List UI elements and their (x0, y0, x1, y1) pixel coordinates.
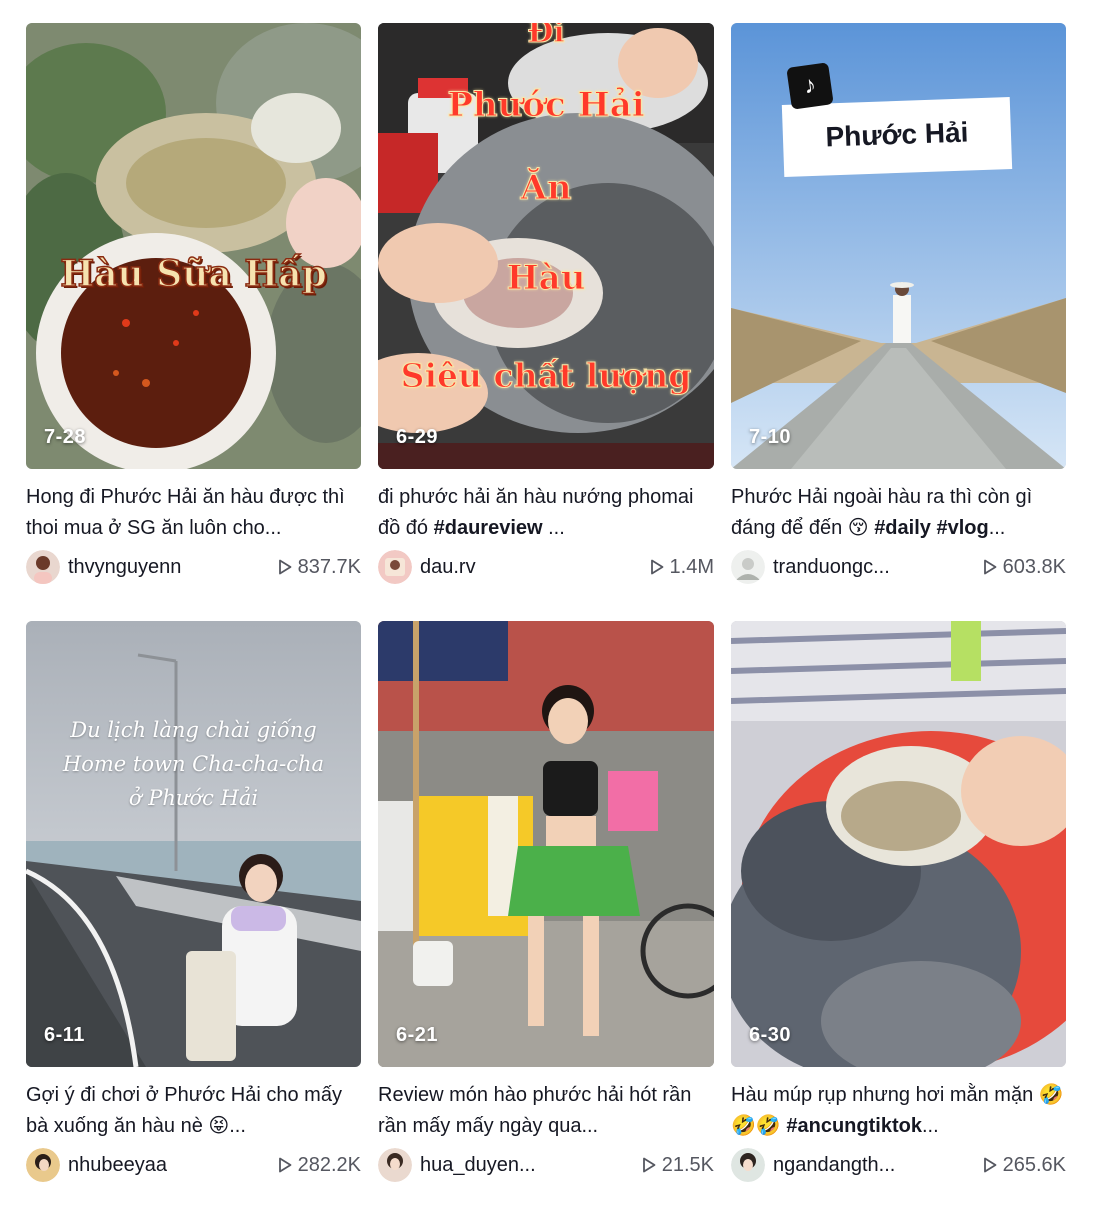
thumbnail-caption: Home town Cha-cha-cha (62, 752, 325, 776)
thumbnail-caption: Du lịch làng chài giống (70, 718, 317, 742)
video-thumbnail[interactable]: 6-30 (731, 621, 1066, 1067)
video-thumbnail[interactable]: 6-21 (378, 621, 714, 1067)
video-description[interactable]: Review món hào phước hải hót rần rần mấy… (378, 1080, 714, 1142)
avatar[interactable] (26, 550, 60, 584)
video-meta: nhubeeyaa 282.2K (26, 1148, 361, 1182)
view-count-value: 837.7K (297, 555, 361, 578)
avatar[interactable] (26, 1148, 60, 1182)
thumbnail-caption: Hàu (506, 258, 586, 299)
view-count: 282.2K (278, 1154, 361, 1177)
video-description[interactable]: đi phước hải ăn hàu nướng phomai đồ đó #… (378, 482, 714, 544)
thumbnail-caption: Phước Hải (824, 116, 969, 153)
video-description[interactable]: Gợi ý đi chơi ở Phước Hải cho mấy bà xuố… (26, 1080, 361, 1142)
thumbnail-caption: ở Phước Hải (128, 786, 259, 810)
tiktok-logo-icon: ♪ (786, 62, 834, 110)
video-card[interactable]: 6-21 Review món hào phước hải hót rần rầ… (378, 621, 714, 1219)
post-date: 7-10 (749, 426, 792, 448)
post-date: 6-30 (749, 1024, 792, 1046)
avatar[interactable] (731, 550, 765, 584)
video-card[interactable]: Phước Hải ♪ 7-10 Phước Hải ngoài hàu ra … (731, 23, 1066, 621)
video-meta: ngandangth... 265.6K (731, 1148, 1066, 1182)
video-description[interactable]: Phước Hải ngoài hàu ra thì còn gì đáng đ… (731, 482, 1066, 544)
thumbnail-caption: Hàu Sữa Hấp (59, 252, 327, 296)
video-meta: dau.rv 1.4M (378, 550, 714, 584)
username[interactable]: ngandangth... (773, 1154, 983, 1177)
video-meta: hua_duyen... 21.5K (378, 1148, 714, 1182)
play-icon (650, 559, 663, 575)
view-count-value: 1.4M (669, 555, 714, 578)
video-thumbnail[interactable]: Hàu Sữa Hấp 7-28 (26, 23, 361, 469)
thumbnail-image (26, 621, 361, 1067)
thumbnail-image (731, 23, 1066, 469)
view-count-value: 265.6K (1002, 1153, 1066, 1176)
view-count-value: 603.8K (1002, 555, 1066, 578)
video-card[interactable]: Du lịch làng chài giống Home town Cha-ch… (26, 621, 361, 1219)
video-meta: thvynguyenn 837.7K (26, 550, 361, 584)
post-date: 7-28 (44, 426, 87, 448)
username[interactable]: thvynguyenn (68, 556, 278, 579)
view-count: 603.8K (983, 556, 1066, 579)
play-icon (983, 1157, 997, 1173)
thumbnail-image (378, 621, 714, 1067)
post-date: 6-11 (44, 1024, 85, 1046)
thumbnail-caption: Đi (527, 23, 566, 51)
avatar[interactable] (731, 1148, 765, 1182)
avatar[interactable] (378, 1148, 412, 1182)
video-grid: Hàu Sữa Hấp 7-28 Hong đi Phước Hải ăn hà… (26, 23, 1067, 1219)
username[interactable]: dau.rv (420, 556, 650, 579)
thumbnail-image (26, 23, 361, 469)
post-date: 6-29 (396, 426, 439, 448)
video-meta: tranduongc... 603.8K (731, 550, 1066, 584)
view-count-value: 21.5K (661, 1153, 714, 1176)
view-count: 1.4M (650, 556, 714, 579)
view-count: 21.5K (642, 1154, 714, 1177)
play-icon (278, 1157, 292, 1173)
play-icon (278, 559, 292, 575)
thumbnail-caption: Siêu chất lượng (400, 356, 692, 396)
view-count: 837.7K (278, 556, 361, 579)
thumbnail-caption: Phước Hải (447, 85, 645, 126)
video-thumbnail[interactable]: Du lịch làng chài giống Home town Cha-ch… (26, 621, 361, 1067)
video-card[interactable]: Đi Phước Hải Ăn Hàu Siêu chất lượng 6-29… (378, 23, 714, 621)
video-description[interactable]: Hàu múp rụp nhưng hơi mằn mặn 🤣🤣🤣 #ancun… (731, 1080, 1066, 1142)
play-icon (983, 559, 997, 575)
view-count: 265.6K (983, 1154, 1066, 1177)
video-description[interactable]: Hong đi Phước Hải ăn hàu được thì thoi m… (26, 482, 361, 544)
post-date: 6-21 (396, 1024, 439, 1046)
video-thumbnail[interactable]: Đi Phước Hải Ăn Hàu Siêu chất lượng 6-29 (378, 23, 714, 469)
view-count-value: 282.2K (297, 1153, 361, 1176)
video-card[interactable]: Hàu Sữa Hấp 7-28 Hong đi Phước Hải ăn hà… (26, 23, 361, 621)
username[interactable]: tranduongc... (773, 556, 983, 579)
avatar[interactable] (378, 550, 412, 584)
thumbnail-sticker: Phước Hải (781, 97, 1013, 177)
play-icon (642, 1157, 656, 1173)
thumbnail-caption: Ăn (520, 168, 572, 209)
username[interactable]: hua_duyen... (420, 1154, 642, 1177)
video-thumbnail[interactable]: Phước Hải ♪ 7-10 (731, 23, 1066, 469)
video-card[interactable]: 6-30 Hàu múp rụp nhưng hơi mằn mặn 🤣🤣🤣 #… (731, 621, 1066, 1219)
username[interactable]: nhubeeyaa (68, 1154, 278, 1177)
thumbnail-image (731, 621, 1066, 1067)
